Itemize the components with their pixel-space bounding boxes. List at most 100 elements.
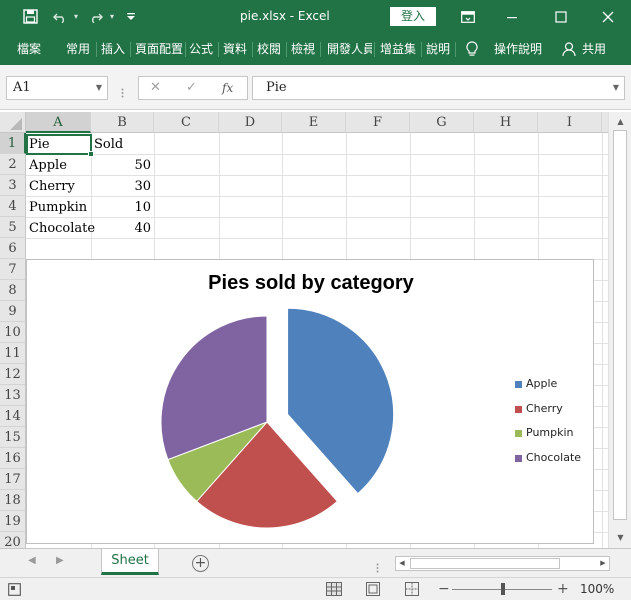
tab-developer[interactable]: 開發人員 [327, 33, 372, 65]
tab-addins[interactable]: 增益集 [380, 33, 418, 65]
row-header[interactable]: 17 [0, 469, 26, 490]
insert-function-icon[interactable]: fx [222, 77, 233, 99]
row-header[interactable]: 2 [0, 154, 26, 175]
row-header[interactable]: 5 [0, 217, 26, 238]
vertical-scrollbar[interactable]: ▲ ▼ [608, 112, 631, 548]
normal-view-icon[interactable] [326, 578, 342, 600]
column-header[interactable]: I [538, 112, 602, 133]
tell-me-box[interactable]: 操作說明 [494, 33, 546, 65]
prev-sheet-icon[interactable]: ◀ [28, 555, 36, 566]
cell-b2[interactable]: 50 [91, 155, 154, 176]
macro-record-icon[interactable] [8, 578, 21, 600]
row-header[interactable]: 13 [0, 385, 26, 406]
scroll-left-icon[interactable]: ◀ [396, 557, 408, 570]
row-header[interactable]: 9 [0, 301, 26, 322]
tab-insert[interactable]: 插入 [101, 33, 127, 65]
cell-b3[interactable]: 30 [91, 176, 154, 197]
column-header[interactable]: D [219, 112, 282, 133]
customize-toolbar-icon[interactable] [124, 0, 138, 33]
page-layout-view-icon[interactable] [366, 578, 380, 600]
column-header[interactable]: H [474, 112, 538, 133]
row-header[interactable]: 14 [0, 406, 26, 427]
zoom-level[interactable]: 100% [580, 578, 614, 600]
share-person-icon[interactable] [560, 33, 578, 65]
next-sheet-icon[interactable]: ▶ [56, 555, 64, 566]
cell-a4[interactable]: Pumpkin [26, 197, 91, 218]
cell-b1[interactable]: Sold [91, 134, 154, 155]
column-header[interactable]: E [282, 112, 346, 133]
scroll-up-icon[interactable]: ▲ [609, 114, 631, 129]
row-header[interactable]: 20 [0, 532, 26, 548]
row-header[interactable]: 12 [0, 364, 26, 385]
column-header[interactable]: G [410, 112, 474, 133]
redo-icon[interactable] [86, 0, 106, 33]
tab-page-layout[interactable]: 頁面配置 [135, 33, 183, 65]
row-header[interactable]: 15 [0, 427, 26, 448]
fill-handle[interactable] [88, 151, 94, 157]
tab-review[interactable]: 校閱 [257, 33, 283, 65]
add-sheet-button[interactable]: + [192, 555, 209, 572]
row-header[interactable]: 1 [0, 133, 26, 154]
close-icon[interactable] [596, 0, 620, 33]
row-header[interactable]: 11 [0, 343, 26, 364]
formula-input[interactable]: Pie ▼ [252, 76, 625, 100]
row-header[interactable]: 19 [0, 511, 26, 532]
sheet-tab[interactable]: Sheet [101, 549, 159, 575]
pie-chart[interactable]: Pies sold by category Apple Cherry Pumpk… [26, 259, 594, 544]
tab-formulas[interactable]: 公式 [189, 33, 215, 65]
minimize-icon[interactable] [500, 0, 524, 33]
title-bar: ▾ ▾ pie.xlsx - Excel 登入 [0, 0, 631, 33]
share-button[interactable]: 共用 [582, 33, 610, 65]
column-header[interactable]: F [346, 112, 410, 133]
scroll-down-icon[interactable]: ▼ [609, 530, 631, 545]
maximize-icon[interactable] [549, 0, 573, 33]
row-header[interactable]: 4 [0, 196, 26, 217]
resize-handle-icon[interactable] [121, 83, 124, 98]
zoom-slider-thumb[interactable] [501, 583, 505, 595]
tab-file[interactable]: 檔案 [17, 33, 47, 65]
chart-legend[interactable]: Apple Cherry Pumpkin Chocolate [515, 377, 595, 475]
column-header[interactable]: A [26, 112, 91, 133]
tab-data[interactable]: 資料 [223, 33, 249, 65]
signin-button[interactable]: 登入 [390, 7, 436, 26]
name-box[interactable]: A1 ▼ [6, 76, 108, 100]
legend-label: Pumpkin [526, 426, 574, 439]
zoom-in-button[interactable]: + [557, 578, 569, 600]
row-header[interactable]: 3 [0, 175, 26, 196]
column-header[interactable]: C [154, 112, 219, 133]
row-header[interactable]: 6 [0, 238, 26, 259]
undo-icon[interactable] [50, 0, 70, 33]
scroll-thumb[interactable] [410, 558, 560, 569]
scroll-right-icon[interactable]: ▶ [597, 557, 609, 570]
tab-divider [421, 42, 422, 57]
row-header[interactable]: 10 [0, 322, 26, 343]
row-header[interactable]: 8 [0, 280, 26, 301]
cell-b5[interactable]: 40 [91, 218, 154, 239]
row-header[interactable]: 16 [0, 448, 26, 469]
select-all-corner[interactable] [0, 112, 26, 133]
save-icon[interactable] [18, 0, 42, 33]
cell-a2[interactable]: Apple [26, 155, 91, 176]
row-header[interactable]: 7 [0, 259, 26, 280]
cell-a5[interactable]: Chocolate [26, 218, 95, 239]
expand-formula-icon[interactable]: ▼ [613, 77, 619, 99]
enter-icon[interactable]: ✓ [186, 77, 197, 99]
redo-dropdown-icon[interactable]: ▾ [107, 0, 117, 33]
chevron-down-icon[interactable]: ▼ [96, 77, 102, 99]
tab-home[interactable]: 常用 [66, 33, 92, 65]
cell-a3[interactable]: Cherry [26, 176, 91, 197]
scroll-thumb[interactable] [613, 130, 627, 520]
tab-help[interactable]: 說明 [426, 33, 452, 65]
tab-view[interactable]: 檢視 [291, 33, 317, 65]
cell-b4[interactable]: 10 [91, 197, 154, 218]
column-header[interactable]: B [91, 112, 154, 133]
cancel-icon[interactable]: ✕ [150, 77, 161, 99]
page-break-view-icon[interactable] [405, 578, 419, 600]
row-header[interactable]: 18 [0, 490, 26, 511]
zoom-out-button[interactable]: − [438, 578, 450, 600]
tab-split-handle-icon[interactable] [376, 558, 379, 573]
ribbon-display-icon[interactable] [456, 0, 480, 33]
horizontal-scrollbar[interactable]: ◀ ▶ [395, 556, 610, 571]
undo-dropdown-icon[interactable]: ▾ [71, 0, 81, 33]
lightbulb-icon[interactable] [463, 33, 481, 65]
